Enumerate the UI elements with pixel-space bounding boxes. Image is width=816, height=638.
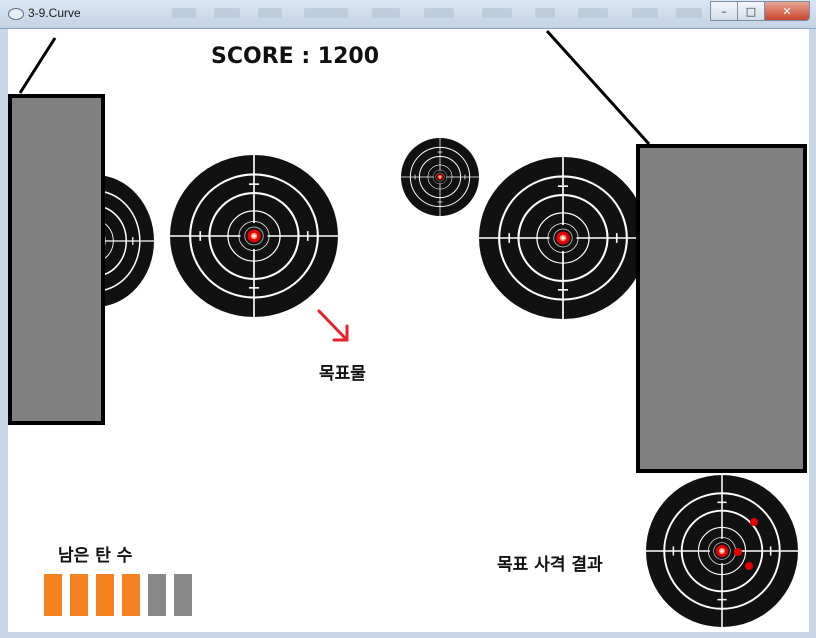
ammo-round-used	[174, 574, 192, 616]
bullet-hole	[734, 548, 742, 556]
bullet-hole	[745, 562, 753, 570]
wall-left	[8, 94, 105, 425]
menu-ghost	[578, 8, 608, 18]
ammo-indicator	[44, 574, 192, 616]
target-arrow-icon	[317, 309, 349, 342]
result-label: 목표 사격 결과	[497, 555, 603, 575]
score-display: SCORE : 1200	[211, 44, 380, 69]
ammo-label: 남은 탄 수	[58, 546, 133, 566]
menu-ghost	[304, 8, 348, 18]
maximize-icon: □	[745, 4, 757, 18]
target-label: 목표물	[319, 364, 366, 384]
menu-ghost	[372, 8, 400, 18]
menu-ghost	[632, 8, 658, 18]
target-small	[400, 137, 480, 217]
minimize-icon: –	[721, 4, 727, 18]
target	[168, 153, 340, 319]
menu-ghost	[214, 8, 240, 18]
close-icon: ✕	[782, 4, 792, 18]
ammo-round-remaining	[122, 574, 140, 616]
app-icon	[8, 8, 24, 20]
window-title: 3-9.Curve	[28, 6, 81, 20]
menu-ghost	[676, 8, 702, 18]
cable-right	[545, 29, 651, 146]
target	[477, 155, 649, 321]
ammo-round-remaining	[96, 574, 114, 616]
minimize-button[interactable]: –	[710, 1, 738, 21]
cable-left	[18, 37, 57, 94]
maximize-button[interactable]: □	[737, 1, 765, 21]
game-canvas[interactable]: SCORE : 1200 목표물 남은 탄 수 목표 사격 결과	[8, 29, 809, 632]
ammo-round-remaining	[44, 574, 62, 616]
wall-right	[636, 144, 807, 473]
ammo-round-remaining	[70, 574, 88, 616]
menu-ghost	[172, 8, 196, 18]
menu-ghost	[258, 8, 282, 18]
close-button[interactable]: ✕	[764, 1, 810, 21]
menu-ghost	[535, 8, 555, 18]
menu-ghost	[424, 8, 454, 18]
bullet-hole	[750, 518, 758, 526]
title-bar[interactable]: 3-9.Curve – □ ✕	[0, 0, 816, 29]
menu-ghost	[482, 8, 512, 18]
ammo-round-used	[148, 574, 166, 616]
result-target	[645, 474, 799, 628]
